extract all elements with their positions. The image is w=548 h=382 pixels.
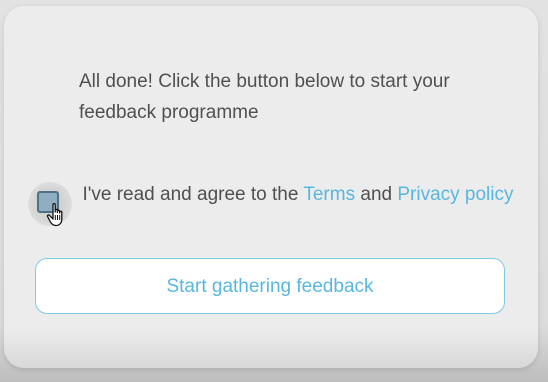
consent-checkbox-wrapper[interactable] (28, 182, 72, 227)
start-gathering-feedback-button[interactable]: Start gathering feedback (35, 258, 505, 314)
consent-row: I've read and agree to the Terms and Pri… (28, 176, 518, 240)
consent-label: I've read and agree to the Terms and Pri… (82, 180, 514, 210)
onboarding-card: All done! Click the button below to star… (4, 6, 538, 368)
completion-message: All done! Click the button below to star… (79, 71, 450, 123)
consent-conjunction: and (355, 184, 398, 205)
hand-pointer-icon (46, 202, 63, 227)
privacy-policy-link[interactable]: Privacy policy (397, 184, 513, 205)
consent-prefix: I've read and agree to the (82, 184, 304, 205)
terms-link[interactable]: Terms (303, 184, 355, 205)
